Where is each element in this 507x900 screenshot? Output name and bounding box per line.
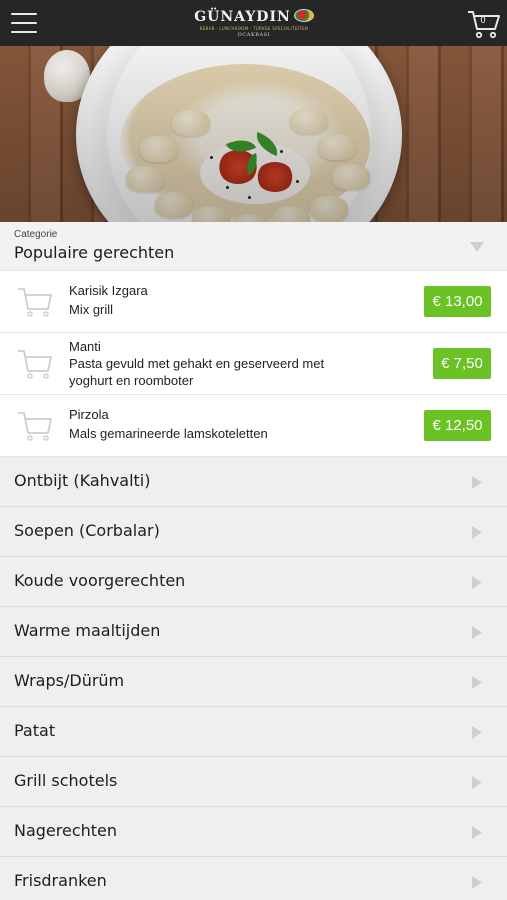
logo-subtitle: OCAKBASI <box>237 32 271 38</box>
category-item-wraps[interactable]: Wraps/Dürüm <box>0 657 507 707</box>
dish-name: Manti <box>69 339 101 354</box>
category-label: Categorie <box>14 229 58 240</box>
category-item-label: Ontbijt (Kahvalti) <box>14 471 151 490</box>
dish-description: Mals gemarineerde lamskoteletten <box>69 426 268 441</box>
hamburger-menu-icon[interactable] <box>11 13 37 33</box>
price-button[interactable]: € 7,50 <box>433 348 491 379</box>
category-item-label: Nagerechten <box>14 821 118 840</box>
category-item-frisdranken[interactable]: Frisdranken <box>0 857 507 900</box>
category-selected-value: Populaire gerechten <box>14 243 175 262</box>
dish-name: Pirzola <box>69 407 109 422</box>
category-item-label: Frisdranken <box>14 871 107 890</box>
category-item-label: Koude voorgerechten <box>14 571 186 590</box>
category-item-soepen[interactable]: Soepen (Corbalar) <box>0 507 507 557</box>
price-button[interactable]: € 12,50 <box>424 410 491 441</box>
dish-row-manti[interactable]: Manti Pasta gevuld met gehakt en geserve… <box>0 333 507 395</box>
cart-button[interactable]: 0 <box>466 8 502 40</box>
triangle-right-icon <box>472 726 482 739</box>
hero-shade <box>0 46 507 222</box>
triangle-right-icon <box>472 876 482 889</box>
dish-description: Pasta gevuld met gehakt en geserveerd me… <box>69 356 325 388</box>
triangle-right-icon <box>472 626 482 639</box>
category-item-warme-maaltijden[interactable]: Warme maaltijden <box>0 607 507 657</box>
restaurant-logo: GÜNAYDIN KEBAB · LUNCHROOM · TURKSE SPEC… <box>188 6 320 40</box>
app-header: GÜNAYDIN KEBAB · LUNCHROOM · TURKSE SPEC… <box>0 0 507 46</box>
logo-emblem-icon <box>293 8 314 22</box>
category-item-koude-voorgerechten[interactable]: Koude voorgerechten <box>0 557 507 607</box>
hero-food-image <box>0 46 507 222</box>
dish-row-karisik-izgara[interactable]: Karisik Izgara Mix grill € 13,00 <box>0 271 507 333</box>
triangle-right-icon <box>472 676 482 689</box>
category-item-label: Soepen (Corbalar) <box>14 521 160 540</box>
dish-name: Karisik Izgara <box>69 283 148 298</box>
logo-title: GÜNAYDIN <box>194 9 291 25</box>
category-item-ontbijt[interactable]: Ontbijt (Kahvalti) <box>0 457 507 507</box>
triangle-down-icon[interactable] <box>469 241 485 253</box>
triangle-right-icon <box>472 526 482 539</box>
category-item-patat[interactable]: Patat <box>0 707 507 757</box>
category-selector[interactable]: Categorie Populaire gerechten <box>0 222 507 271</box>
add-to-cart-icon[interactable] <box>16 347 54 381</box>
popular-dishes-list: Karisik Izgara Mix grill € 13,00 Manti P… <box>0 271 507 457</box>
price-button[interactable]: € 13,00 <box>424 286 491 317</box>
category-item-grill-schotels[interactable]: Grill schotels <box>0 757 507 807</box>
triangle-right-icon <box>472 576 482 589</box>
dish-description: Mix grill <box>69 302 114 317</box>
category-item-label: Wraps/Dürüm <box>14 671 125 690</box>
category-list: Ontbijt (Kahvalti) Soepen (Corbalar) Kou… <box>0 457 507 900</box>
category-item-nagerechten[interactable]: Nagerechten <box>0 807 507 857</box>
add-to-cart-icon[interactable] <box>16 409 54 443</box>
add-to-cart-icon[interactable] <box>16 285 54 319</box>
category-item-label: Warme maaltijden <box>14 621 161 640</box>
category-item-label: Grill schotels <box>14 771 118 790</box>
triangle-right-icon <box>472 826 482 839</box>
category-item-label: Patat <box>14 721 56 740</box>
dish-row-pirzola[interactable]: Pirzola Mals gemarineerde lamskoteletten… <box>0 395 507 457</box>
cart-count-badge: 0 <box>480 15 486 25</box>
triangle-right-icon <box>472 476 482 489</box>
triangle-right-icon <box>472 776 482 789</box>
